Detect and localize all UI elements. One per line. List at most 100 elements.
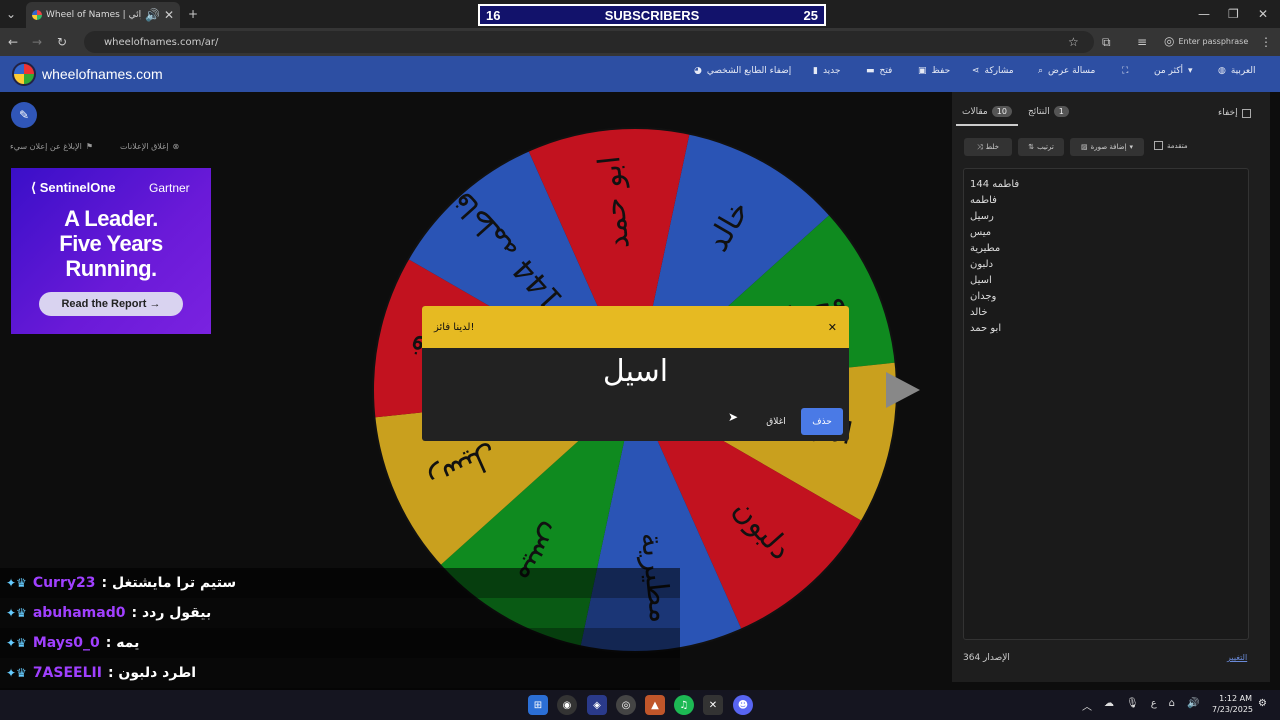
- report-ad-link[interactable]: الإبلاغ عن إعلان سيء ⚑: [10, 142, 93, 151]
- chat-text: : اطرد دلبون: [107, 665, 197, 681]
- advertisement[interactable]: ⟨ SentinelOne Gartner A Leader. Five Yea…: [11, 168, 211, 334]
- winner-dialog-title: لدينا فائز!: [434, 321, 475, 333]
- ad-cta-button[interactable]: Read the Report →: [39, 292, 183, 316]
- maximize-icon[interactable]: ❐: [1228, 8, 1239, 20]
- menu-customize[interactable]: ◕ إضفاء الطابع الشخصي: [694, 66, 791, 76]
- entry-line: رسيل: [970, 211, 994, 222]
- wifi-icon: ⌂: [1168, 698, 1176, 709]
- chat-badge-icon: ✦♛: [6, 576, 27, 590]
- back-icon[interactable]: ←: [8, 36, 18, 48]
- ad-brand-sentinelone: ⟨ SentinelOne: [31, 180, 116, 195]
- image-icon: ▨: [1080, 143, 1088, 151]
- start-icon[interactable]: ⊞: [528, 695, 548, 715]
- tab-results[interactable]: النتائج 1: [1028, 106, 1069, 117]
- app2-icon[interactable]: ▲: [645, 695, 665, 715]
- mouse-cursor-icon: ➤: [728, 410, 739, 424]
- chat-username: Mays0_0: [32, 635, 100, 651]
- changelog-link[interactable]: التغيير: [1227, 653, 1247, 662]
- subs-left-count: 16: [486, 7, 501, 23]
- profile-icon: ◎: [1164, 34, 1175, 48]
- shuffle-button[interactable]: ⤨ خلط: [964, 138, 1012, 156]
- sort-button[interactable]: ⇅ ترتيب: [1018, 138, 1064, 156]
- menu-more[interactable]: أكثر من ▾: [1154, 66, 1193, 76]
- bookmark-star-icon[interactable]: ☆: [1068, 36, 1079, 48]
- entry-line: دلبون: [970, 259, 994, 270]
- mic-icon: 🎙: [1126, 698, 1139, 709]
- url-text: wheelofnames.com/ar/: [104, 36, 219, 48]
- reload-icon[interactable]: ↻: [57, 36, 67, 48]
- entry-line: مطيرية: [970, 243, 1001, 254]
- browser-tab[interactable]: Wheel of Names | العشوائي 🔊 ✕: [26, 2, 180, 28]
- hide-checkbox[interactable]: إخفاء: [1218, 108, 1251, 118]
- menu-share[interactable]: ⋖ مشاركة: [972, 66, 1014, 76]
- extensions-icon[interactable]: ⧉: [1102, 36, 1111, 48]
- chat-message: ✦♛ Curry23: ستيم ترا مايشتغل: [0, 568, 680, 598]
- checkbox-icon: [1241, 108, 1251, 118]
- chat-badge-icon: ✦♛: [6, 606, 27, 620]
- discord-icon[interactable]: ☻: [733, 695, 753, 715]
- media-icon[interactable]: ≡: [1137, 36, 1147, 48]
- chat-badge-icon: ✦♛: [6, 636, 27, 650]
- forward-icon[interactable]: →: [32, 36, 42, 48]
- browser-menu-icon[interactable]: ⋮: [1260, 36, 1272, 48]
- save-icon: ▣: [918, 66, 927, 76]
- chat-text: : بيقول ردد: [131, 605, 212, 621]
- share-icon: ⋖: [972, 66, 980, 76]
- volume-icon: 🔊: [1187, 698, 1200, 709]
- entries-textarea[interactable]: فاطمه 144 فاطمه رسيل ميس مطيرية دلبون اسيل وجدا…: [963, 168, 1249, 640]
- window-close-icon[interactable]: ✕: [1258, 8, 1268, 20]
- checkbox-icon: [1154, 141, 1163, 150]
- subs-label: SUBSCRIBERS: [604, 7, 700, 23]
- new-tab-icon[interactable]: +: [188, 8, 198, 20]
- tab-entries[interactable]: مقالات 10: [962, 106, 1012, 117]
- folder-icon: ▬: [866, 66, 875, 76]
- file-icon: ▮: [813, 66, 818, 76]
- advanced-checkbox[interactable]: متقدمة: [1154, 141, 1188, 150]
- wheel-pointer-icon: [886, 372, 920, 408]
- entry-line: اسيل: [970, 275, 992, 286]
- url-bar[interactable]: wheelofnames.com/ar/: [84, 31, 1094, 53]
- remove-button[interactable]: حذف: [801, 408, 843, 435]
- entry-line: ميس: [970, 227, 992, 238]
- spotify-icon[interactable]: ♫: [674, 695, 694, 715]
- passphrase-button[interactable]: ◎ Enter passphrase: [1164, 35, 1248, 47]
- audio-icon[interactable]: 🔊: [145, 9, 160, 21]
- ad-brand-gartner: Gartner: [149, 181, 190, 195]
- obs-icon[interactable]: ◎: [616, 695, 636, 715]
- menu-new[interactable]: ▮ جديد: [813, 66, 840, 76]
- logo-wheel-icon: [12, 62, 36, 86]
- subscriber-counter: 16 SUBSCRIBERS 25: [478, 4, 826, 26]
- site-logo[interactable]: wheelofnames.com: [12, 62, 163, 86]
- chat-username: 7ASEELII: [32, 665, 102, 681]
- chrome-icon[interactable]: ◉: [557, 695, 577, 715]
- menu-save[interactable]: ▣ حفظ: [918, 66, 950, 76]
- clock[interactable]: 1:12 AM 7/23/2025: [1212, 693, 1253, 715]
- tray-chevron-icon: ︿: [1082, 702, 1092, 713]
- system-tray[interactable]: ︿ ☁ 🎙 ع ⌂ 🔊: [1082, 698, 1199, 713]
- notifications-icon[interactable]: ⚙: [1258, 698, 1267, 709]
- shuffle-icon: ⤨: [977, 142, 983, 151]
- menu-open[interactable]: ▬ فتح: [866, 66, 892, 76]
- menu-fullscreen[interactable]: ⛶: [1122, 66, 1128, 76]
- sort-icon: ⇅: [1028, 143, 1035, 151]
- globe-icon: ◍: [1218, 66, 1226, 76]
- close-tab-icon[interactable]: ✕: [164, 9, 174, 21]
- entry-line: وجدان: [970, 291, 997, 302]
- add-image-button[interactable]: ▨ إضافة صورة ▾: [1070, 138, 1144, 156]
- xbox-icon[interactable]: ✕: [703, 695, 723, 715]
- subs-right-count: 25: [803, 7, 818, 23]
- menu-present[interactable]: ⌕ مسالة عرض: [1038, 66, 1095, 76]
- search-icon: ⌕: [1038, 66, 1044, 76]
- close-button[interactable]: اغلاق: [756, 408, 796, 435]
- menu-language[interactable]: ◍ العربية: [1218, 66, 1255, 76]
- close-ads-link[interactable]: إغلاق الإعلانات ⊗: [120, 142, 179, 151]
- dialog-close-icon[interactable]: ✕: [828, 321, 837, 334]
- ad-headline: A Leader. Five Years Running.: [59, 206, 163, 281]
- chat-badge-icon: ✦♛: [6, 666, 27, 680]
- entry-line: فاطمه: [970, 195, 997, 206]
- tab-list-icon[interactable]: ⌄: [6, 8, 16, 20]
- minimize-icon[interactable]: —: [1198, 8, 1210, 20]
- winner-dialog: لدينا فائز! ✕ اسيل اغلاق حذف: [422, 306, 849, 441]
- app-icon[interactable]: ◈: [587, 695, 607, 715]
- edit-pencil-button[interactable]: ✎: [11, 102, 37, 128]
